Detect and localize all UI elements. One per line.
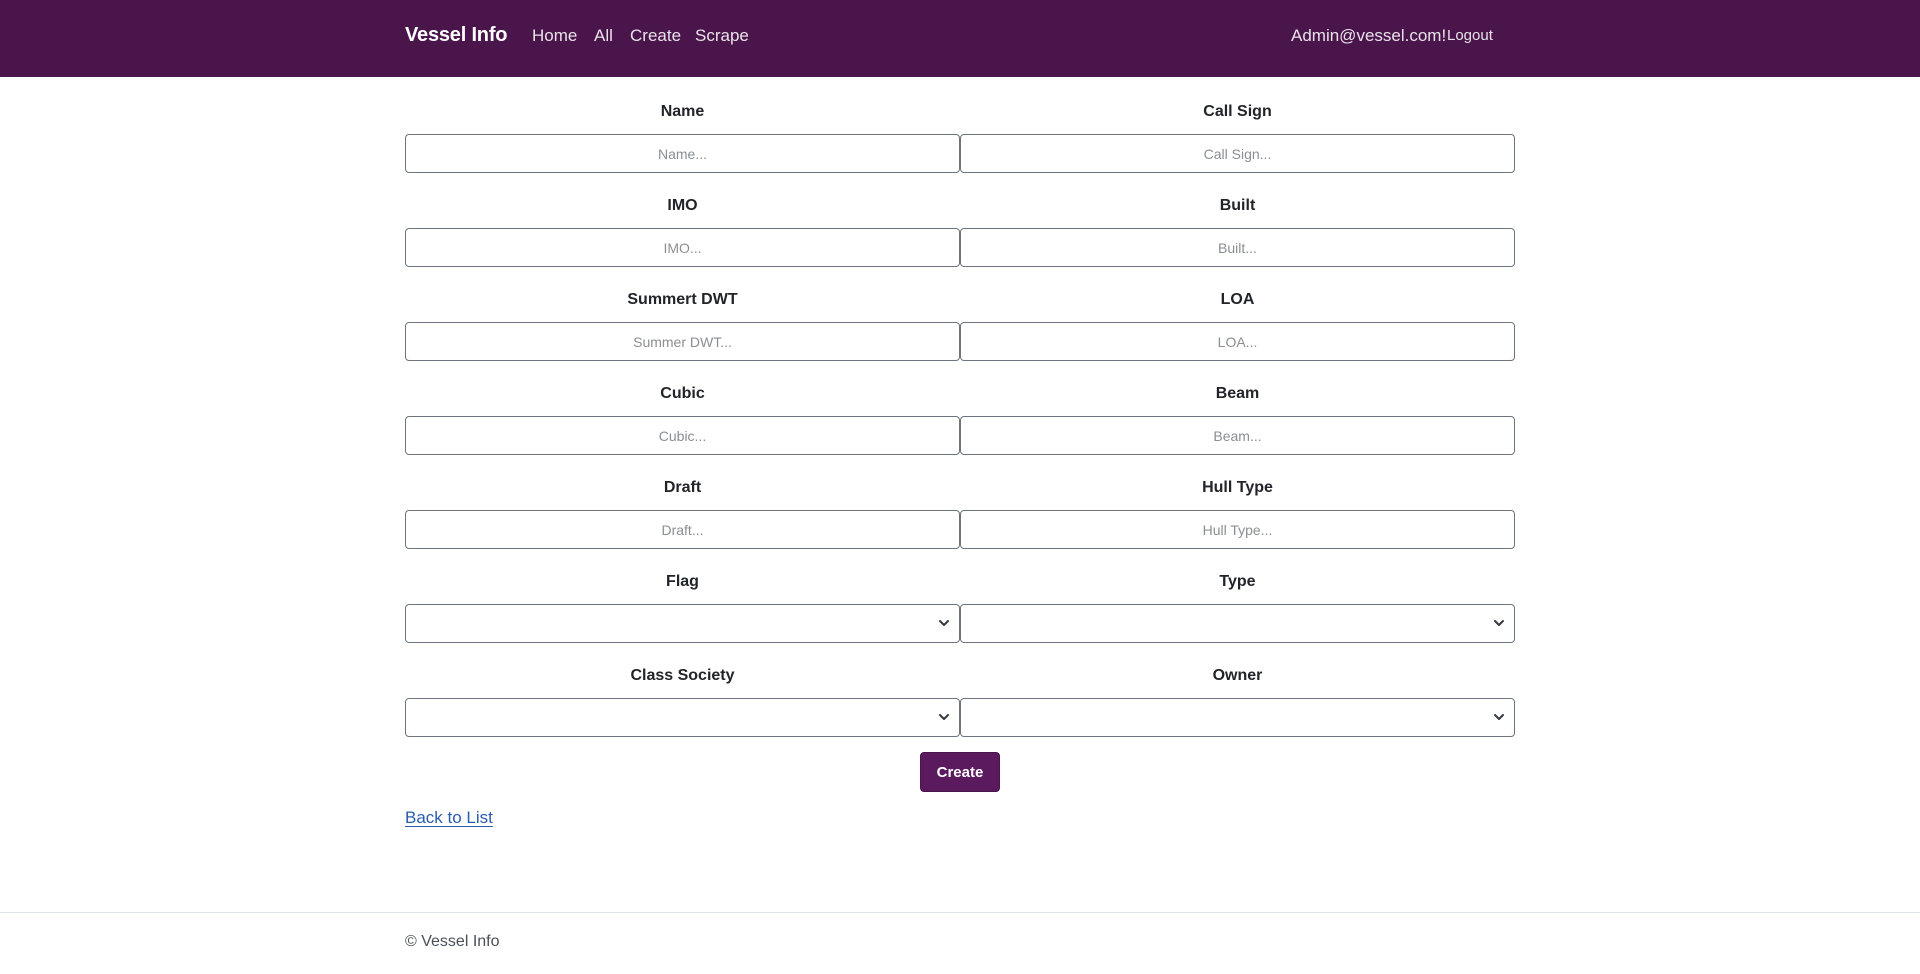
flag-select[interactable] [405, 604, 960, 643]
flag-label: Flag [666, 573, 699, 590]
chevron-down-icon [1494, 714, 1504, 720]
call-sign-label: Call Sign [1203, 103, 1272, 120]
beam-label: Beam [1215, 385, 1260, 402]
name-input[interactable] [405, 134, 960, 173]
class-society-label: Class Society [630, 667, 735, 684]
top-navbar: Vessel Info Home All Create Scrape Admin… [0, 0, 1920, 77]
loa-input[interactable] [960, 322, 1515, 361]
create-button[interactable]: Create [920, 752, 1000, 792]
imo-input[interactable] [405, 228, 960, 267]
cubic-label: Cubic [660, 385, 705, 402]
footer-divider [0, 912, 1920, 913]
beam-input[interactable] [960, 416, 1515, 455]
name-label: Name [660, 103, 705, 120]
nav-link-scrape[interactable]: Scrape [695, 26, 749, 46]
chevron-down-icon [1494, 620, 1504, 626]
user-greeting: Admin@vessel.com! [1291, 26, 1447, 45]
nav-link-create[interactable]: Create [630, 26, 681, 46]
logout-button[interactable]: Logout [1447, 27, 1493, 44]
brand-link[interactable]: Vessel Info [405, 24, 507, 47]
class-society-select[interactable] [405, 698, 960, 737]
hull-type-input[interactable] [960, 510, 1515, 549]
imo-label: IMO [667, 197, 698, 214]
type-select[interactable] [960, 604, 1515, 643]
draft-input[interactable] [405, 510, 960, 549]
built-input[interactable] [960, 228, 1515, 267]
summer-dwt-input[interactable] [405, 322, 960, 361]
loa-label: LOA [1220, 291, 1255, 308]
footer-copyright: © Vessel Info [405, 933, 500, 950]
nav-link-home[interactable]: Home [532, 26, 577, 46]
chevron-down-icon [939, 714, 949, 720]
owner-label: Owner [1212, 667, 1263, 684]
cubic-input[interactable] [405, 416, 960, 455]
summer-dwt-label: Summert DWT [627, 291, 738, 308]
draft-label: Draft [663, 479, 702, 496]
hull-type-label: Hull Type [1202, 479, 1273, 496]
built-label: Built [1219, 197, 1256, 214]
nav-link-all[interactable]: All [594, 26, 613, 46]
type-label: Type [1219, 573, 1256, 590]
owner-select[interactable] [960, 698, 1515, 737]
back-to-list-link[interactable]: Back to List [405, 808, 493, 828]
call-sign-input[interactable] [960, 134, 1515, 173]
chevron-down-icon [939, 620, 949, 626]
